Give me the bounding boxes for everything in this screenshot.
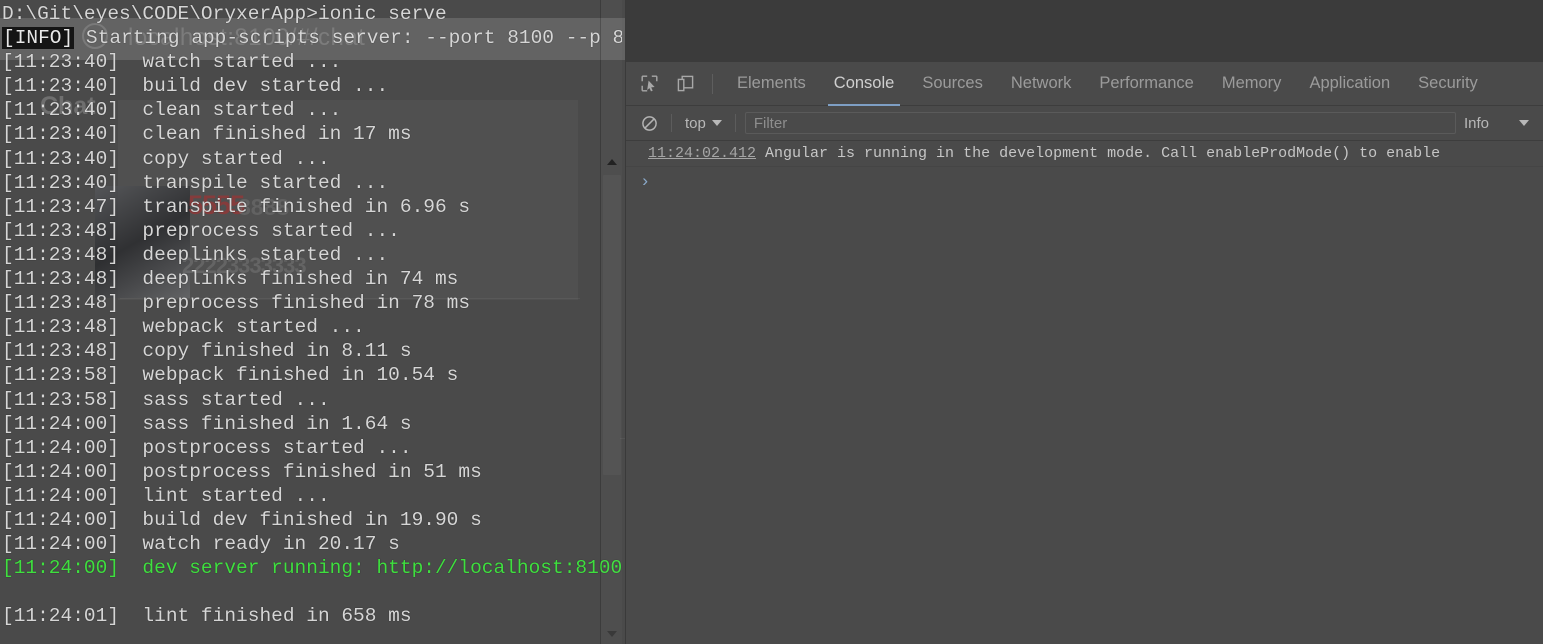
- terminal-log-lines: [11:23:40] watch started ...[11:23:40] b…: [2, 50, 600, 628]
- terminal-info-line: [INFO] Starting app-scripts server: --po…: [2, 26, 600, 50]
- chevron-up-icon: [607, 159, 617, 165]
- devtools-top-strip: [626, 0, 1543, 62]
- terminal-log-line: [11:23:48] copy finished in 8.11 s: [2, 339, 600, 363]
- console-filter-input[interactable]: [745, 112, 1456, 134]
- terminal-log-line: [11:24:00] build dev finished in 19.90 s: [2, 508, 600, 532]
- console-message-text: Angular is running in the development mo…: [765, 145, 1440, 162]
- devtools-tabs: ElementsConsoleSourcesNetworkPerformance…: [723, 62, 1492, 106]
- terminal-scrollbar[interactable]: [600, 0, 622, 644]
- terminal-log-line: [11:24:00] dev server running: http://lo…: [2, 556, 600, 580]
- terminal-prompt-line: D:\Git\eyes\CODE\OryxerApp>ionic serve: [2, 2, 600, 26]
- terminal-log-line: [11:23:47] transpile finished in 6.96 s: [2, 195, 600, 219]
- devtools-tab-bar: ElementsConsoleSourcesNetworkPerformance…: [626, 62, 1543, 106]
- terminal-log-line: [11:23:58] sass started ...: [2, 388, 600, 412]
- terminal-log-line: [11:23:40] build dev started ...: [2, 74, 600, 98]
- terminal-log-line: [11:24:00] postprocess started ...: [2, 436, 600, 460]
- console-input-prompt[interactable]: ›: [626, 167, 1543, 197]
- terminal-log-line: [11:23:40] clean started ...: [2, 98, 600, 122]
- terminal-info-text: Starting app-scripts server: --port 8100…: [74, 27, 622, 49]
- console-message-list: 11:24:02.412 Angular is running in the de…: [626, 141, 1543, 167]
- clear-console-icon[interactable]: [636, 110, 662, 136]
- toolbar-separator: [712, 74, 713, 94]
- console-message-timestamp: 11:24:02.412: [648, 145, 756, 162]
- console-level-selector[interactable]: Info: [1464, 115, 1535, 132]
- tab-memory[interactable]: Memory: [1208, 62, 1296, 106]
- tab-security[interactable]: Security: [1404, 62, 1492, 106]
- terminal-window[interactable]: D:\Git\eyes\CODE\OryxerApp>ionic serve […: [0, 0, 622, 644]
- terminal-log-line: [11:24:00] lint started ...: [2, 484, 600, 508]
- terminal-log-line: [11:23:40] copy started ...: [2, 147, 600, 171]
- console-context-label: top: [685, 115, 706, 132]
- terminal-info-badge: [INFO]: [2, 27, 74, 49]
- filter-separator-1: [671, 114, 672, 132]
- console-level-label: Info: [1464, 115, 1489, 132]
- terminal-log-line: [11:23:48] deeplinks started ...: [2, 243, 600, 267]
- tab-performance[interactable]: Performance: [1085, 62, 1207, 106]
- chevron-down-icon: [1519, 120, 1529, 126]
- terminal-log-line: [11:24:00] postprocess finished in 51 ms: [2, 460, 600, 484]
- terminal-log-line: [11:23:40] clean finished in 17 ms: [2, 122, 600, 146]
- chevron-right-icon: ›: [640, 173, 650, 192]
- tab-console[interactable]: Console: [820, 62, 909, 106]
- terminal-log-line: [2, 580, 600, 604]
- tab-sources[interactable]: Sources: [908, 62, 997, 106]
- terminal-output: D:\Git\eyes\CODE\OryxerApp>ionic serve […: [0, 0, 600, 628]
- terminal-log-line: [11:24:00] sass finished in 1.64 s: [2, 412, 600, 436]
- tab-network[interactable]: Network: [997, 62, 1086, 106]
- tab-application[interactable]: Application: [1295, 62, 1404, 106]
- tab-elements[interactable]: Elements: [723, 62, 820, 106]
- terminal-log-line: [11:23:48] preprocess finished in 78 ms: [2, 291, 600, 315]
- console-context-selector[interactable]: top: [681, 115, 726, 132]
- console-output[interactable]: 11:24:02.412 Angular is running in the de…: [626, 141, 1543, 644]
- screen-root: localhost:8100/#/chat Chat 5555 8888 222…: [0, 0, 1543, 644]
- terminal-log-line: [11:23:48] webpack started ...: [2, 315, 600, 339]
- console-filter-bar: top Info: [626, 106, 1543, 141]
- terminal-log-line: [11:23:48] preprocess started ...: [2, 219, 600, 243]
- terminal-log-line: [11:24:00] watch ready in 20.17 s: [2, 532, 600, 556]
- console-message: 11:24:02.412 Angular is running in the de…: [626, 141, 1543, 167]
- terminal-log-line: [11:23:58] webpack finished in 10.54 s: [2, 363, 600, 387]
- chevron-down-icon: [607, 631, 617, 637]
- inspect-element-icon[interactable]: [632, 67, 666, 101]
- filter-separator-2: [735, 114, 736, 132]
- devtools-panel: ElementsConsoleSourcesNetworkPerformance…: [625, 0, 1543, 644]
- device-toolbar-icon[interactable]: [668, 67, 702, 101]
- terminal-log-line: [11:23:48] deeplinks finished in 74 ms: [2, 267, 600, 291]
- terminal-log-line: [11:24:01] lint finished in 658 ms: [2, 604, 600, 628]
- terminal-log-line: [11:23:40] watch started ...: [2, 50, 600, 74]
- chevron-down-icon: [712, 120, 722, 126]
- terminal-scroll-down-button[interactable]: [601, 624, 622, 644]
- terminal-log-line: [11:23:40] transpile started ...: [2, 171, 600, 195]
- terminal-scroll-up-button[interactable]: [601, 152, 622, 172]
- terminal-scrollbar-thumb[interactable]: [603, 175, 621, 475]
